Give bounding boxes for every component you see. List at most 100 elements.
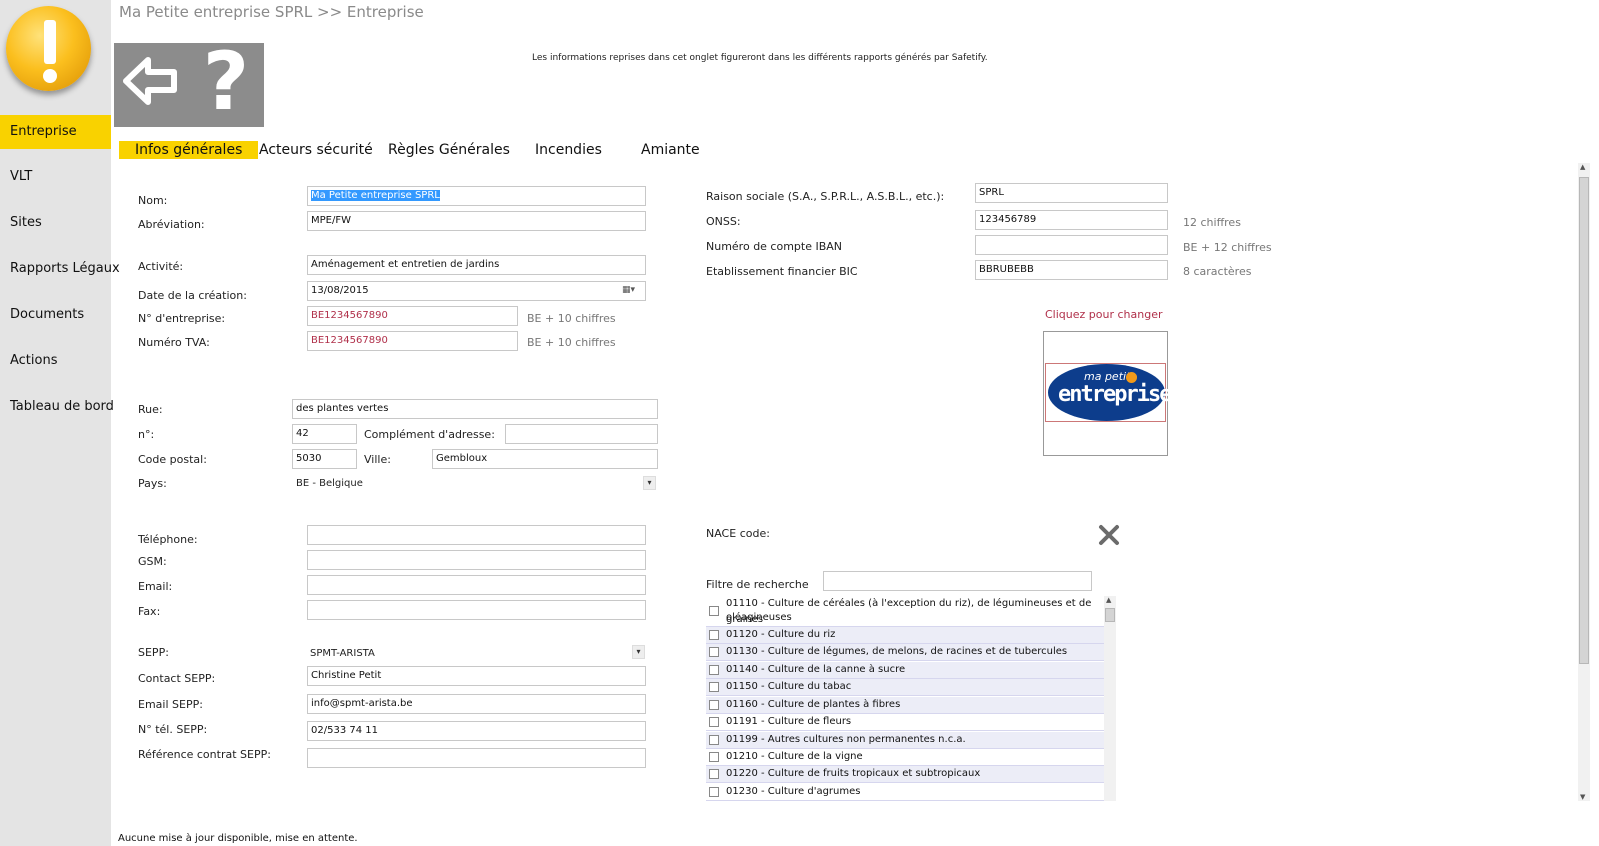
tab-amiante[interactable]: Amiante [641, 141, 700, 159]
sidebar-item-tableau-de-bord[interactable]: Tableau de bord [0, 390, 114, 424]
nace-item-label: 01160 - Culture de plantes à fibres [726, 699, 901, 710]
nace-scrollbar[interactable]: ▲ [1104, 596, 1116, 801]
gsm-label: GSM: [138, 555, 167, 568]
nace-list-item[interactable]: 01199 - Autres cultures non permanentes … [706, 732, 1104, 749]
nace-checkbox[interactable] [709, 735, 719, 745]
nace-scrollbar-thumb[interactable] [1105, 608, 1115, 622]
ref-contrat-field[interactable] [307, 748, 646, 768]
ville-label: Ville: [364, 453, 391, 466]
activite-field[interactable]: Aménagement et entretien de jardins [307, 255, 646, 275]
numero-field[interactable]: 42 [292, 424, 357, 444]
nace-item-label: 01230 - Culture d'agrumes [726, 786, 861, 797]
iban-field[interactable] [975, 235, 1168, 255]
main-scrollbar-thumb[interactable] [1579, 177, 1589, 664]
rue-field[interactable]: des plantes vertes [292, 399, 658, 419]
breadcrumb: Ma Petite entreprise SPRL >> Entreprise [119, 3, 424, 21]
tab-regles-generales[interactable]: Règles Générales [388, 141, 510, 159]
date-creation-field[interactable]: 13/08/2015 [307, 281, 646, 301]
nom-field[interactable]: Ma Petite entreprise SPRL [307, 186, 646, 206]
complement-field[interactable] [505, 424, 658, 444]
sidebar: Entreprise VLT Sites Rapports Légaux Doc… [0, 0, 120, 846]
nace-checkbox[interactable] [709, 682, 719, 692]
nace-list-item[interactable]: 01160 - Culture de plantes à fibres [706, 697, 1104, 714]
complement-label: Complément d'adresse: [364, 428, 495, 441]
telephone-field[interactable] [307, 525, 646, 545]
nace-checkbox[interactable] [709, 647, 719, 657]
numero-tva-label: Numéro TVA: [138, 336, 210, 349]
nace-checkbox[interactable] [709, 630, 719, 640]
sidebar-item-sites[interactable]: Sites [0, 206, 111, 240]
email-field[interactable] [307, 575, 646, 595]
nace-list-item[interactable]: 01230 - Culture d'agrumes [706, 784, 1104, 801]
close-icon[interactable] [1098, 524, 1120, 546]
tel-sepp-field[interactable]: 02/533 74 11 [307, 721, 646, 741]
fax-field[interactable] [307, 600, 646, 620]
nace-item-label: 01191 - Culture de fleurs [726, 716, 852, 727]
numero-tva-field[interactable]: BE1234567890 [307, 331, 518, 351]
nace-list-item[interactable]: 01130 - Culture de légumes, de melons, d… [706, 644, 1104, 661]
tab-infos-generales[interactable]: Infos générales [119, 141, 259, 159]
email-sepp-field[interactable]: info@spmt-arista.be [307, 694, 646, 714]
bic-field[interactable]: BBRUBEBB [975, 260, 1168, 280]
status-bar: Aucune mise à jour disponible, mise en a… [111, 831, 1599, 846]
sidebar-item-actions[interactable]: Actions [0, 344, 111, 378]
help-icon[interactable]: ? [196, 37, 256, 127]
nace-checkbox[interactable] [709, 606, 719, 616]
nace-list-item[interactable]: 01210 - Culture de la vigne [706, 749, 1104, 766]
nace-checkbox[interactable] [709, 717, 719, 727]
nace-checkbox[interactable] [709, 787, 719, 797]
nace-item-label-cont: oléagineuses [726, 612, 792, 623]
ville-field[interactable]: Gembloux [432, 449, 658, 469]
pays-dropdown-icon[interactable]: ▾ [643, 476, 656, 490]
abreviation-label: Abréviation: [138, 218, 205, 231]
nace-list-item[interactable]: 01140 - Culture de la canne à sucre [706, 662, 1104, 679]
nace-list-item[interactable]: 01150 - Culture du tabac [706, 679, 1104, 696]
nace-list-item[interactable]: 01110 - Culture de céréales (à l'excepti… [706, 596, 1104, 627]
company-logo[interactable]: ma petite entreprise [1043, 331, 1172, 456]
n-entreprise-label: N° d'entreprise: [138, 312, 226, 325]
nom-label: Nom: [138, 194, 168, 207]
nace-item-label: 01120 - Culture du riz [726, 629, 836, 640]
code-postal-field[interactable]: 5030 [292, 449, 357, 469]
pays-select[interactable]: BE - Belgique [296, 478, 363, 489]
tab-acteurs-securite[interactable]: Acteurs sécurité [259, 141, 373, 159]
main-scrollbar[interactable]: ▲ ▼ [1578, 163, 1590, 801]
nace-item-label: 01199 - Autres cultures non permanentes … [726, 734, 966, 745]
sidebar-item-entreprise[interactable]: Entreprise [0, 115, 111, 149]
iban-hint: BE + 12 chiffres [1183, 241, 1272, 254]
n-entreprise-field[interactable]: BE1234567890 [307, 306, 518, 326]
pays-label: Pays: [138, 477, 167, 490]
raison-sociale-field[interactable]: SPRL [975, 183, 1168, 203]
nace-list-item[interactable]: 01120 - Culture du riz [706, 627, 1104, 644]
tab-incendies[interactable]: Incendies [535, 141, 602, 159]
scroll-down-icon[interactable]: ▼ [1580, 793, 1585, 801]
bic-hint: 8 caractères [1183, 265, 1252, 278]
gsm-field[interactable] [307, 550, 646, 570]
sidebar-item-rapports-legaux[interactable]: Rapports Légaux [0, 252, 120, 286]
nace-list-item[interactable]: 01191 - Culture de fleurs [706, 714, 1104, 731]
sepp-select[interactable]: SPMT-ARISTA [310, 648, 375, 659]
sidebar-item-vlt[interactable]: VLT [0, 160, 111, 194]
contact-sepp-field[interactable]: Christine Petit [307, 666, 646, 686]
change-logo-link[interactable]: Cliquez pour changer [1045, 308, 1163, 321]
nace-item-label: 01130 - Culture de légumes, de melons, d… [726, 646, 1068, 657]
abreviation-field[interactable]: MPE/FW [307, 211, 646, 231]
sidebar-item-documents[interactable]: Documents [0, 298, 111, 332]
scroll-up-icon[interactable]: ▲ [1106, 596, 1111, 604]
nace-checkbox[interactable] [709, 752, 719, 762]
app-logo-warning-icon [6, 6, 91, 91]
scroll-up-icon[interactable]: ▲ [1580, 163, 1585, 171]
nace-checkbox[interactable] [709, 769, 719, 779]
filtre-recherche-input[interactable] [823, 571, 1092, 591]
email-label: Email: [138, 580, 173, 593]
nace-list-item[interactable]: 01220 - Culture de fruits tropicaux et s… [706, 766, 1104, 783]
nace-item-label: 01140 - Culture de la canne à sucre [726, 664, 906, 675]
onss-hint: 12 chiffres [1183, 216, 1241, 229]
nace-checkbox[interactable] [709, 700, 719, 710]
onss-field[interactable]: 123456789 [975, 210, 1168, 230]
nace-checkbox[interactable] [709, 665, 719, 675]
sepp-dropdown-icon[interactable]: ▾ [632, 645, 645, 659]
onss-label: ONSS: [706, 215, 741, 228]
calendar-icon[interactable]: ▦▾ [622, 285, 640, 297]
nace-item-label: 01220 - Culture de fruits tropicaux et s… [726, 768, 981, 779]
